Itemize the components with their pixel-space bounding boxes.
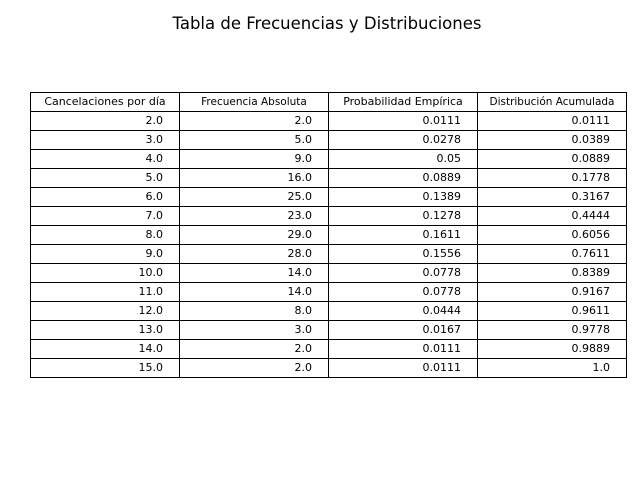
frecuencia-absoluta-cell: 14.0 bbox=[179, 282, 329, 302]
cancelaciones-cell: 12.0 bbox=[30, 301, 180, 321]
figure: Tabla de Frecuencias y Distribuciones Ca… bbox=[0, 0, 640, 480]
frecuencia-absoluta-cell: 23.0 bbox=[179, 206, 329, 226]
table-row: 8.0 29.0 0.1611 0.6056 bbox=[30, 225, 627, 245]
frequency-table: Cancelaciones por día Frecuencia Absolut… bbox=[30, 92, 627, 378]
table-row: 5.0 16.0 0.0889 0.1778 bbox=[30, 168, 627, 188]
table-header-row: Cancelaciones por día Frecuencia Absolut… bbox=[30, 92, 627, 112]
frecuencia-absoluta-cell: 25.0 bbox=[179, 187, 329, 207]
probabilidad-empirica-cell: 0.0111 bbox=[328, 339, 478, 359]
table-row: 12.0 8.0 0.0444 0.9611 bbox=[30, 301, 627, 321]
frecuencia-absoluta-cell: 8.0 bbox=[179, 301, 329, 321]
probabilidad-empirica-cell: 0.0111 bbox=[328, 111, 478, 131]
probabilidad-empirica-cell: 0.0111 bbox=[328, 358, 478, 378]
table-row: 4.0 9.0 0.05 0.0889 bbox=[30, 149, 627, 169]
probabilidad-empirica-cell: 0.0167 bbox=[328, 320, 478, 340]
chart-title: Tabla de Frecuencias y Distribuciones bbox=[172, 14, 482, 33]
distribucion-acumulada-cell: 0.9889 bbox=[477, 339, 627, 359]
column-header-frecuencia-absoluta: Frecuencia Absoluta bbox=[179, 92, 329, 112]
cancelaciones-cell: 2.0 bbox=[30, 111, 180, 131]
distribucion-acumulada-cell: 0.0111 bbox=[477, 111, 627, 131]
column-header-cancelaciones: Cancelaciones por día bbox=[30, 92, 180, 112]
cancelaciones-cell: 10.0 bbox=[30, 263, 180, 283]
probabilidad-empirica-cell: 0.1556 bbox=[328, 244, 478, 264]
frecuencia-absoluta-cell: 2.0 bbox=[179, 111, 329, 131]
frecuencia-absoluta-cell: 3.0 bbox=[179, 320, 329, 340]
table-row: 7.0 23.0 0.1278 0.4444 bbox=[30, 206, 627, 226]
cancelaciones-cell: 9.0 bbox=[30, 244, 180, 264]
table-row: 13.0 3.0 0.0167 0.9778 bbox=[30, 320, 627, 340]
table-row: 3.0 5.0 0.0278 0.0389 bbox=[30, 130, 627, 150]
frecuencia-absoluta-cell: 5.0 bbox=[179, 130, 329, 150]
distribucion-acumulada-cell: 0.9611 bbox=[477, 301, 627, 321]
probabilidad-empirica-cell: 0.0444 bbox=[328, 301, 478, 321]
probabilidad-empirica-cell: 0.0778 bbox=[328, 263, 478, 283]
table-row: 6.0 25.0 0.1389 0.3167 bbox=[30, 187, 627, 207]
cancelaciones-cell: 11.0 bbox=[30, 282, 180, 302]
probabilidad-empirica-cell: 0.05 bbox=[328, 149, 478, 169]
frecuencia-absoluta-cell: 16.0 bbox=[179, 168, 329, 188]
frecuencia-absoluta-cell: 14.0 bbox=[179, 263, 329, 283]
probabilidad-empirica-cell: 0.1611 bbox=[328, 225, 478, 245]
distribucion-acumulada-cell: 0.6056 bbox=[477, 225, 627, 245]
distribucion-acumulada-cell: 0.4444 bbox=[477, 206, 627, 226]
cancelaciones-cell: 4.0 bbox=[30, 149, 180, 169]
frecuencia-absoluta-cell: 2.0 bbox=[179, 339, 329, 359]
probabilidad-empirica-cell: 0.0278 bbox=[328, 130, 478, 150]
probabilidad-empirica-cell: 0.0889 bbox=[328, 168, 478, 188]
distribucion-acumulada-cell: 0.9778 bbox=[477, 320, 627, 340]
cancelaciones-cell: 13.0 bbox=[30, 320, 180, 340]
table-row: 14.0 2.0 0.0111 0.9889 bbox=[30, 339, 627, 359]
frecuencia-absoluta-cell: 2.0 bbox=[179, 358, 329, 378]
cancelaciones-cell: 3.0 bbox=[30, 130, 180, 150]
table-row: 10.0 14.0 0.0778 0.8389 bbox=[30, 263, 627, 283]
column-header-probabilidad-empirica: Probabilidad Empírica bbox=[328, 92, 478, 112]
frecuencia-absoluta-cell: 29.0 bbox=[179, 225, 329, 245]
table-body: 2.0 2.0 0.0111 0.0111 3.0 5.0 0.0278 0.0389 4.0 9… bbox=[30, 111, 627, 378]
distribucion-acumulada-cell: 0.0389 bbox=[477, 130, 627, 150]
table-row: 15.0 2.0 0.0111 1.0 bbox=[30, 358, 627, 378]
distribucion-acumulada-cell: 0.7611 bbox=[477, 244, 627, 264]
cancelaciones-cell: 5.0 bbox=[30, 168, 180, 188]
distribucion-acumulada-cell: 0.8389 bbox=[477, 263, 627, 283]
cancelaciones-cell: 8.0 bbox=[30, 225, 180, 245]
table-row: 9.0 28.0 0.1556 0.7611 bbox=[30, 244, 627, 264]
cancelaciones-cell: 15.0 bbox=[30, 358, 180, 378]
probabilidad-empirica-cell: 0.1389 bbox=[328, 187, 478, 207]
distribucion-acumulada-cell: 0.9167 bbox=[477, 282, 627, 302]
distribucion-acumulada-cell: 0.0889 bbox=[477, 149, 627, 169]
table-row: 2.0 2.0 0.0111 0.0111 bbox=[30, 111, 627, 131]
frecuencia-absoluta-cell: 9.0 bbox=[179, 149, 329, 169]
column-header-distribucion-acumulada: Distribución Acumulada bbox=[477, 92, 627, 112]
table-row: 11.0 14.0 0.0778 0.9167 bbox=[30, 282, 627, 302]
probabilidad-empirica-cell: 0.1278 bbox=[328, 206, 478, 226]
distribucion-acumulada-cell: 0.3167 bbox=[477, 187, 627, 207]
probabilidad-empirica-cell: 0.0778 bbox=[328, 282, 478, 302]
cancelaciones-cell: 14.0 bbox=[30, 339, 180, 359]
distribucion-acumulada-cell: 0.1778 bbox=[477, 168, 627, 188]
cancelaciones-cell: 7.0 bbox=[30, 206, 180, 226]
distribucion-acumulada-cell: 1.0 bbox=[477, 358, 627, 378]
cancelaciones-cell: 6.0 bbox=[30, 187, 180, 207]
frecuencia-absoluta-cell: 28.0 bbox=[179, 244, 329, 264]
